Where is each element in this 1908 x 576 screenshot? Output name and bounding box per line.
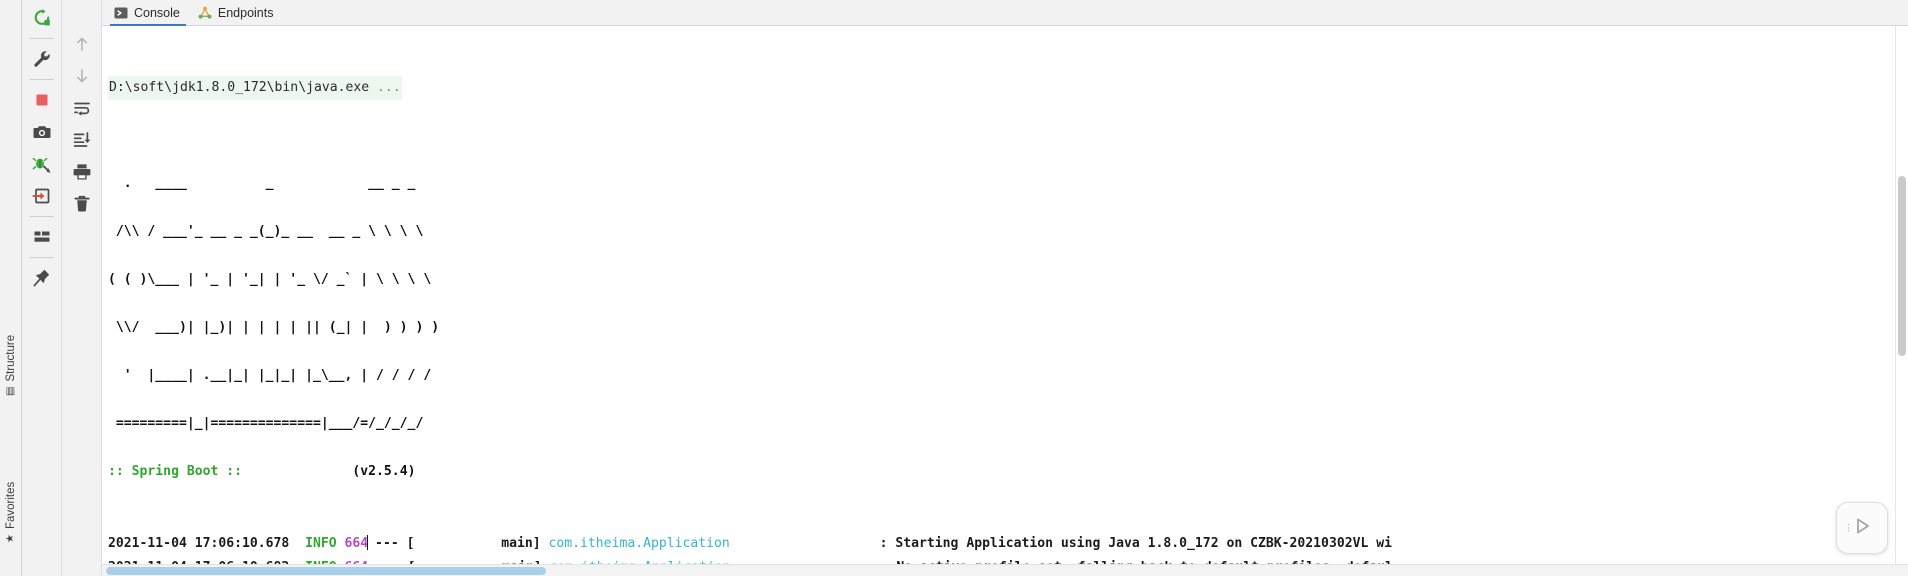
tab-label-endpoints: Endpoints (217, 5, 274, 20)
up-arrow-icon[interactable] (67, 29, 97, 59)
pin-icon[interactable] (27, 263, 57, 293)
log-thread: [ main] (406, 536, 549, 551)
command-path: D:\soft\jdk1.8.0_172\bin\java.exe (109, 80, 370, 95)
spring-banner-line: /\\ / ___'_ __ _ _(_)_ __ __ _ \ \ \ \ (108, 224, 424, 239)
tab-label-console: Console (134, 5, 180, 20)
tab-endpoints[interactable]: Endpoints (192, 0, 286, 25)
exit-icon[interactable] (27, 181, 57, 211)
console-text: D:\soft\jdk1.8.0_172\bin\java.exe ... . … (102, 28, 1908, 576)
wrench-icon[interactable] (27, 44, 57, 74)
layout-icon[interactable] (27, 222, 57, 252)
camera-icon[interactable] (27, 117, 57, 147)
vertical-scrollbar-thumb[interactable] (1898, 176, 1906, 356)
tab-console[interactable]: Console (108, 0, 192, 26)
sidebar-item-favorites[interactable]: ★ Favorites (1, 480, 21, 545)
toolbar-divider (29, 257, 54, 258)
profile-icon[interactable] (27, 149, 57, 179)
tab-strip: Console Endpoints (102, 0, 1908, 26)
left-tool-window-bar: ▤ Structure ★ Favorites (0, 0, 22, 576)
drag-handle-icon[interactable]: ⋮⋮ (1844, 523, 1864, 534)
spring-banner-line: \\/ ___)| |_)| | | | | || (_| | ) ) ) ) (108, 320, 440, 335)
floating-run-widget[interactable]: ⋮⋮ (1836, 502, 1888, 554)
run-actions-toolbar (22, 0, 62, 576)
spring-banner-line: ( ( )\___ | '_ | '_| | '_ \/ _` | \ \ \ … (108, 272, 432, 287)
console-icon (114, 6, 128, 20)
command-suffix: ... (377, 80, 401, 95)
toolbar-divider (29, 38, 54, 39)
sidebar-item-label-structure: Structure (5, 334, 17, 382)
log-pid: 664 (344, 536, 369, 551)
vertical-scrollbar[interactable] (1896, 26, 1908, 564)
console-actions-toolbar (62, 0, 102, 576)
horizontal-scrollbar-thumb[interactable] (106, 567, 546, 575)
log-message: : Starting Application using Java 1.8.0_… (871, 536, 1393, 551)
log-space (337, 536, 345, 551)
spring-banner-line: . ____ _ __ _ _ (108, 176, 416, 191)
spring-boot-version: (v2.5.4) (352, 464, 416, 479)
structure-icon: ▤ (5, 386, 16, 396)
spring-banner-line: =========|_|==============|___/=/_/_/_/ (108, 416, 424, 431)
sidebar-item-label-favorites: Favorites (5, 481, 17, 530)
endpoints-icon (198, 6, 212, 20)
spring-boot-label: :: Spring Boot :: (108, 464, 243, 479)
ide-run-window: ▤ Structure ★ Favorites Console Endpoint… (0, 0, 1908, 576)
print-icon[interactable] (67, 157, 97, 187)
log-logger: com.itheima.Application (548, 536, 872, 551)
banner-gap (242, 464, 352, 479)
sidebar-item-structure[interactable]: ▤ Structure (1, 333, 21, 398)
star-icon: ★ (5, 534, 16, 543)
spring-banner-line: ' |____| .__|_| |_|_| |_\__, | / / / / (108, 368, 432, 383)
scroll-to-end-icon[interactable] (67, 125, 97, 155)
down-arrow-icon[interactable] (67, 61, 97, 91)
toolbar-divider (29, 79, 54, 80)
soft-wrap-icon[interactable] (67, 93, 97, 123)
log-level: INFO (305, 536, 337, 551)
log-line: 2021-11-04 17:06:10.678 INFO 664 --- [ m… (108, 532, 1908, 556)
stop-icon[interactable] (27, 85, 57, 115)
console-panel: Console Endpoints D:\soft\jdk1.8.0_172\b… (102, 0, 1908, 576)
toolbar-divider (29, 216, 54, 217)
console-output[interactable]: D:\soft\jdk1.8.0_172\bin\java.exe ... . … (102, 26, 1908, 576)
log-separator: --- (367, 536, 407, 551)
log-timestamp: 2021-11-04 17:06:10.678 (108, 536, 306, 551)
command-line: D:\soft\jdk1.8.0_172\bin\java.exe ... (108, 76, 402, 100)
trash-icon[interactable] (67, 189, 97, 219)
horizontal-scrollbar[interactable] (102, 564, 1908, 576)
rerun-icon[interactable] (27, 3, 57, 33)
